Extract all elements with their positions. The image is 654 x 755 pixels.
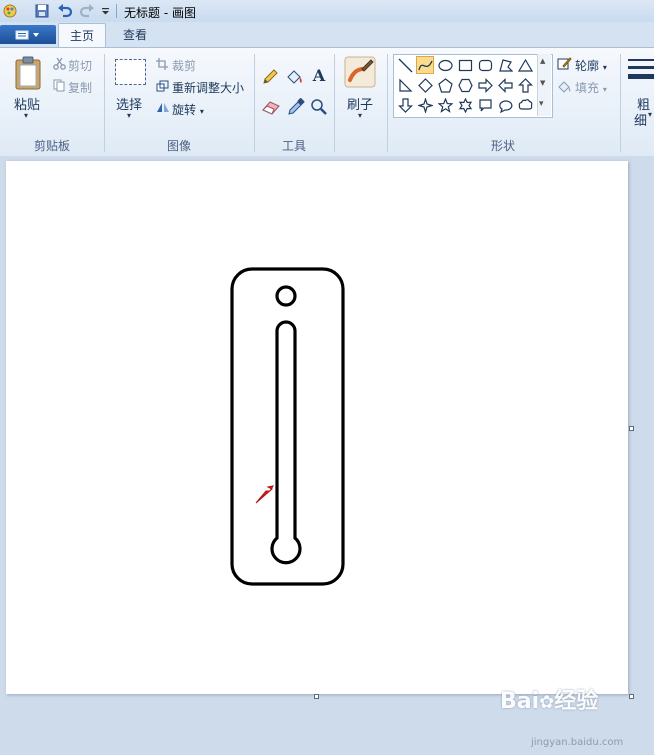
rounded-rectangle-shape-icon[interactable] xyxy=(476,56,494,74)
rotate-dropdown-arrow-icon: ▾ xyxy=(199,107,204,116)
hexagon-shape-icon[interactable] xyxy=(456,76,474,94)
group-separator xyxy=(334,54,335,152)
four-point-star-shape-icon[interactable] xyxy=(416,96,434,114)
thermometer-drawing xyxy=(230,267,345,586)
pencil-icon[interactable] xyxy=(261,68,279,86)
rotate-label: 旋转 xyxy=(172,103,197,117)
copy-icon xyxy=(53,79,65,92)
tab-view[interactable]: 查看 xyxy=(112,23,158,47)
clipboard-group-label: 剪贴板 xyxy=(33,139,70,153)
triangle-shape-icon[interactable] xyxy=(516,56,534,74)
right-arrow-shape-icon[interactable] xyxy=(476,76,494,94)
five-point-star-shape-icon[interactable] xyxy=(436,96,454,114)
scroll-down-icon[interactable]: ▼ xyxy=(540,79,545,87)
brushes-dropdown-arrow-icon: ▾ xyxy=(358,111,363,120)
menu-icon xyxy=(15,30,39,39)
fill-icon xyxy=(558,81,571,93)
crop-button[interactable]: 裁剪 xyxy=(172,57,196,74)
fill-dropdown-arrow-icon: ▾ xyxy=(602,85,607,94)
outline-button[interactable]: 轮廓 ▾ xyxy=(575,57,607,74)
cloud-callout-shape-icon[interactable] xyxy=(516,96,534,114)
ribbon: 粘贴 ▾ 剪切 复制 剪贴板 选择 ▾ 裁剪 重新调整大小 旋转 ▾ 图像 A … xyxy=(0,47,654,157)
image-group-label: 图像 xyxy=(166,139,191,153)
thermometer-frame xyxy=(230,267,345,586)
thermometer-tube xyxy=(270,320,302,565)
watermark-url: jingyan.baidu.com xyxy=(531,737,624,748)
title-separator xyxy=(116,4,117,18)
group-separator xyxy=(620,54,621,152)
clipboard-icon xyxy=(15,56,41,90)
curve-shape-icon[interactable] xyxy=(416,56,434,74)
scissors-icon xyxy=(53,57,66,70)
text-tool-icon[interactable]: A xyxy=(310,66,328,86)
select-rectangle-icon xyxy=(115,59,146,85)
save-icon[interactable] xyxy=(34,3,50,19)
paste-dropdown-arrow-icon: ▾ xyxy=(24,111,29,120)
line-shape-icon[interactable] xyxy=(396,56,414,74)
workspace xyxy=(0,156,654,755)
fill-bucket-icon[interactable] xyxy=(285,67,305,87)
pointer-arrow-icon xyxy=(255,485,275,504)
size-label-line2: 细 xyxy=(634,114,648,129)
oval-callout-shape-icon[interactable] xyxy=(496,96,514,114)
canvas-resize-handle-bottom[interactable] xyxy=(314,694,319,699)
fill-label: 填充 xyxy=(575,81,600,95)
rotate-icon xyxy=(157,103,169,112)
fill-button[interactable]: 填充 ▾ xyxy=(575,79,607,96)
title-bar: 无标题 - 画图 xyxy=(0,0,654,23)
ribbon-tab-row: 主页 查看 xyxy=(0,22,654,48)
paw-icon: ✿ xyxy=(539,692,555,713)
scroll-up-icon[interactable]: ▲ xyxy=(540,57,545,65)
paint-app-icon[interactable] xyxy=(2,3,18,19)
undo-icon[interactable] xyxy=(56,3,74,19)
outline-dropdown-arrow-icon: ▾ xyxy=(602,63,607,72)
baidu-watermark: Bai✿经验 xyxy=(500,683,598,715)
paint-menu-button[interactable] xyxy=(0,25,56,44)
brush-icon xyxy=(344,56,376,88)
rectangle-shape-icon[interactable] xyxy=(456,56,474,74)
window-title: 无标题 - 画图 xyxy=(124,6,196,20)
outline-label: 轮廓 xyxy=(575,59,600,73)
color-picker-icon[interactable] xyxy=(287,98,305,116)
down-arrow-shape-icon[interactable] xyxy=(396,96,414,114)
line-width-icon xyxy=(628,59,654,79)
right-triangle-shape-icon[interactable] xyxy=(396,76,414,94)
tab-home[interactable]: 主页 xyxy=(58,23,106,48)
shapes-group-label: 形状 xyxy=(490,139,515,153)
tools-group-label: 工具 xyxy=(281,139,306,153)
watermark-brand: Bai xyxy=(500,689,540,714)
copy-button[interactable]: 复制 xyxy=(68,79,92,96)
eraser-icon[interactable] xyxy=(261,99,281,115)
pentagon-shape-icon[interactable] xyxy=(436,76,454,94)
up-arrow-shape-icon[interactable] xyxy=(516,76,534,94)
size-dropdown-arrow-icon: ▾ xyxy=(648,110,653,119)
shapes-gallery xyxy=(393,54,553,118)
crop-icon xyxy=(156,58,168,70)
canvas-resize-handle-right[interactable] xyxy=(629,426,634,431)
drawing-canvas[interactable] xyxy=(6,161,628,694)
magnifier-icon[interactable] xyxy=(310,98,328,116)
canvas-resize-handle-corner[interactable] xyxy=(629,694,634,699)
six-point-star-shape-icon[interactable] xyxy=(456,96,474,114)
resize-icon xyxy=(156,80,169,92)
watermark-brand2: 经验 xyxy=(554,689,599,714)
rotate-button[interactable]: 旋转 ▾ xyxy=(172,101,204,118)
diamond-shape-icon[interactable] xyxy=(416,76,434,94)
gallery-expand-icon[interactable]: ▾ xyxy=(539,99,544,109)
outline-icon xyxy=(557,57,572,70)
redo-icon[interactable] xyxy=(78,3,96,19)
polygon-shape-icon[interactable] xyxy=(496,56,514,74)
thermometer-top-hole xyxy=(275,285,297,307)
quick-access-dropdown-icon[interactable] xyxy=(99,3,111,19)
resize-button[interactable]: 重新调整大小 xyxy=(172,79,244,96)
shapes-gallery-scrollbar[interactable]: ▲ ▼ ▾ xyxy=(537,54,551,116)
select-dropdown-arrow-icon: ▾ xyxy=(127,111,132,120)
oval-shape-icon[interactable] xyxy=(436,56,454,74)
cut-button[interactable]: 剪切 xyxy=(68,57,92,74)
canvas-drawing xyxy=(230,267,345,586)
left-arrow-shape-icon[interactable] xyxy=(496,76,514,94)
rounded-callout-shape-icon[interactable] xyxy=(476,96,494,114)
